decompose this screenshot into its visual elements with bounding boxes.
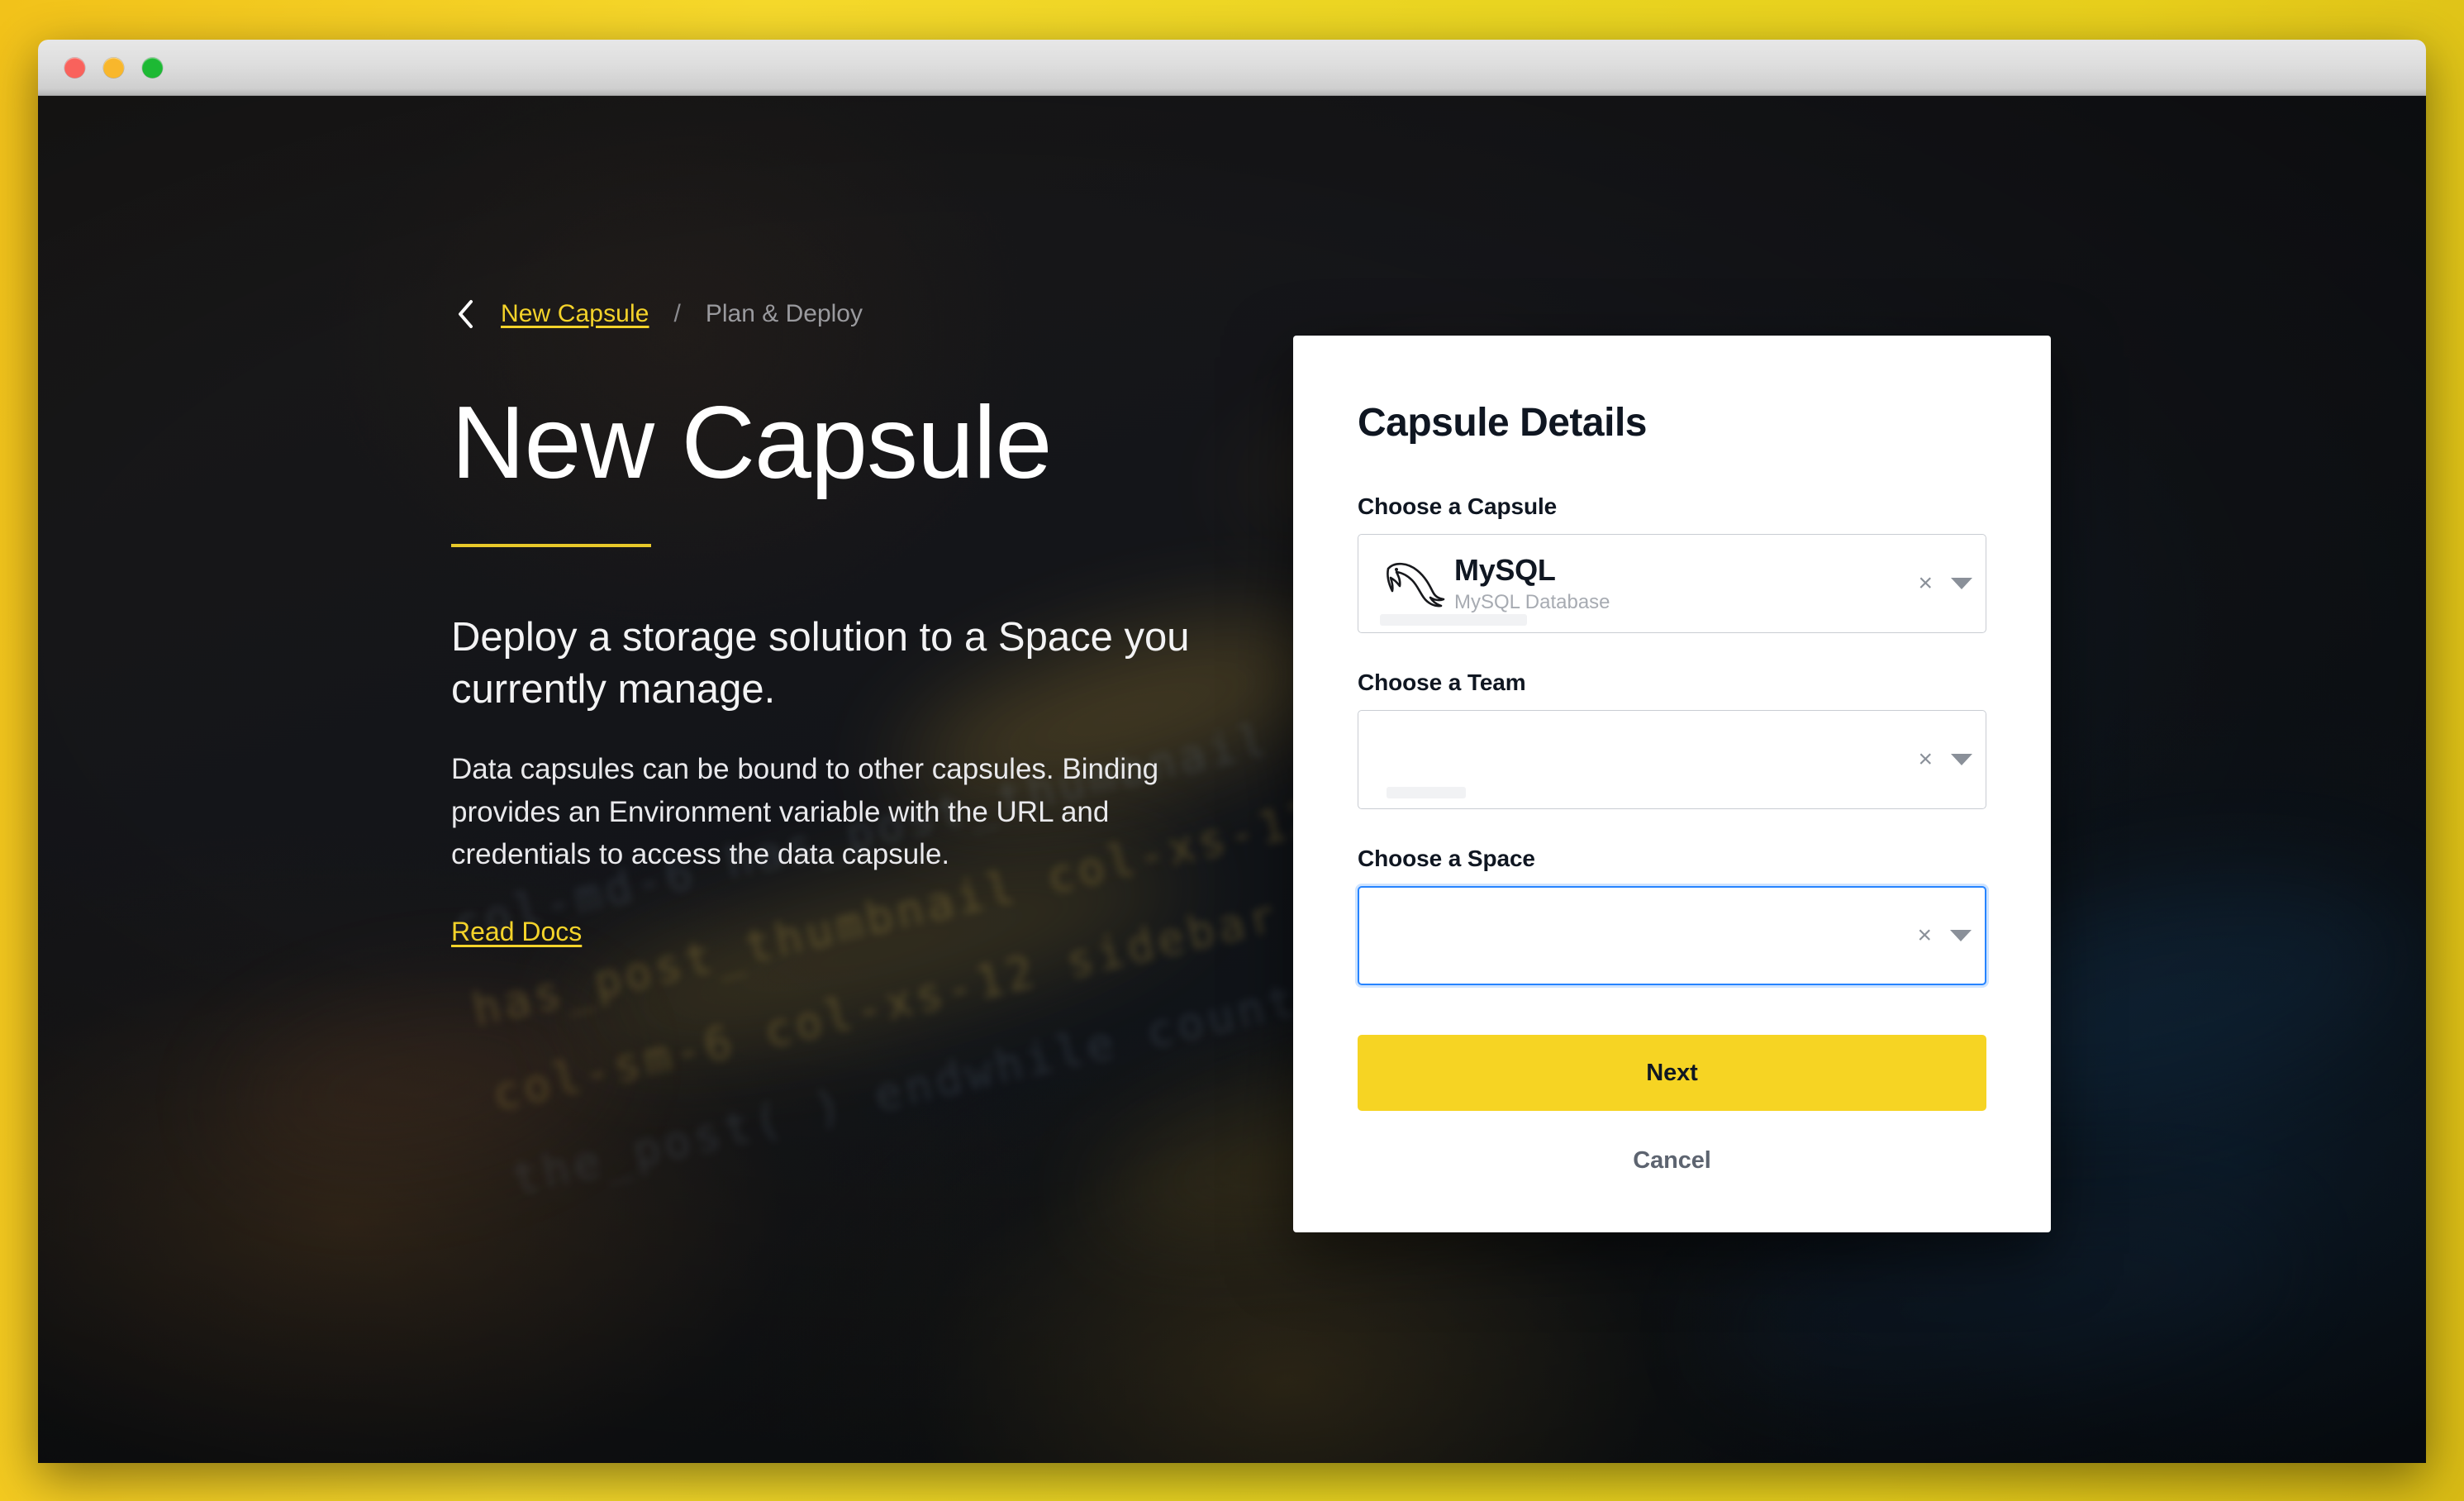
next-button[interactable]: Next bbox=[1358, 1035, 1986, 1111]
field-label: Choose a Space bbox=[1358, 846, 1535, 871]
capsule-option-title: MySQL bbox=[1454, 553, 1556, 587]
clear-x-icon[interactable]: × bbox=[1918, 571, 1933, 596]
read-docs-link[interactable]: Read Docs bbox=[451, 917, 582, 947]
capsule-select[interactable]: MySQL MySQL Database × bbox=[1358, 534, 1986, 633]
caret-down-icon[interactable] bbox=[1951, 578, 1972, 589]
clear-x-icon[interactable]: × bbox=[1917, 923, 1932, 948]
breadcrumb: New Capsule / Plan & Deploy bbox=[451, 293, 1294, 336]
breadcrumb-link-new-capsule[interactable]: New Capsule bbox=[501, 300, 649, 328]
field-choose-space: Choose a Space × bbox=[1358, 846, 1986, 985]
hero-lead-text: Deploy a storage solution to a Space you… bbox=[451, 615, 1190, 712]
breadcrumb-current-plan-deploy: Plan & Deploy bbox=[705, 300, 863, 327]
mysql-dolphin-icon bbox=[1373, 551, 1454, 616]
close-window-button[interactable] bbox=[64, 57, 85, 78]
capsule-selected-value: MySQL MySQL Database bbox=[1454, 554, 1610, 613]
cancel-button[interactable]: Cancel bbox=[1633, 1147, 1711, 1175]
select-controls: × bbox=[1917, 923, 1972, 948]
select-controls: × bbox=[1918, 571, 1972, 596]
caret-down-icon[interactable] bbox=[1950, 930, 1972, 941]
zoom-window-button[interactable] bbox=[142, 57, 163, 78]
hero-section: New Capsule / Plan & Deploy New Capsule … bbox=[451, 293, 1294, 947]
hero-body-text: Data capsules can be bound to other caps… bbox=[451, 753, 1159, 870]
field-label: Choose a Capsule bbox=[1358, 493, 1558, 519]
breadcrumb-separator: / bbox=[673, 300, 681, 327]
app-window: col-md-6 has_post_thumbnail has_post_thu… bbox=[38, 40, 2426, 1463]
space-select[interactable]: × bbox=[1358, 886, 1986, 985]
capsule-option-subtitle: MySQL Database bbox=[1454, 590, 1610, 613]
field-label: Choose a Team bbox=[1358, 669, 1526, 695]
window-titlebar bbox=[38, 40, 2426, 96]
team-select[interactable]: × bbox=[1358, 710, 1986, 809]
minimize-window-button[interactable] bbox=[103, 57, 124, 78]
capsule-details-dialog: Capsule Details Choose a Capsule MySQL M… bbox=[1293, 336, 2051, 1232]
input-underline-hint bbox=[1387, 787, 1466, 798]
caret-down-icon[interactable] bbox=[1951, 754, 1972, 765]
clear-x-icon[interactable]: × bbox=[1918, 747, 1933, 772]
chevron-left-icon[interactable] bbox=[451, 300, 479, 328]
select-controls: × bbox=[1918, 747, 1972, 772]
dialog-title: Capsule Details bbox=[1358, 401, 1647, 445]
field-choose-team: Choose a Team × bbox=[1358, 669, 1986, 809]
page-title: New Capsule bbox=[451, 386, 1052, 500]
page-canvas: col-md-6 has_post_thumbnail has_post_thu… bbox=[38, 96, 2426, 1463]
input-underline-hint bbox=[1380, 614, 1527, 626]
title-underline-rule bbox=[451, 544, 651, 547]
field-choose-capsule: Choose a Capsule MySQL MySQL Database × bbox=[1358, 493, 1986, 633]
traffic-lights bbox=[64, 57, 163, 78]
